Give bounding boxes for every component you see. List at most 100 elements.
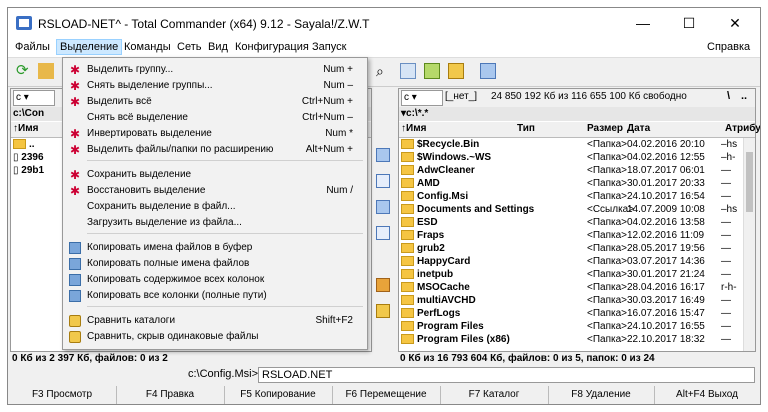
tree-icon[interactable]: [38, 63, 54, 79]
pack-icon[interactable]: [376, 278, 390, 292]
menu-item[interactable]: ✱ Выделить всё Ctrl+Num +: [63, 94, 367, 110]
menu-item[interactable]: Снять всё выделение Ctrl+Num –: [63, 110, 367, 126]
refresh-icon[interactable]: ⟳: [16, 63, 32, 79]
file-size: <Папка>: [587, 256, 627, 267]
right-drive-select[interactable]: c ▾: [401, 90, 443, 106]
menu-network[interactable]: Сеть: [174, 40, 204, 54]
folder-icon: [401, 334, 414, 345]
list-item[interactable]: $Windows.~WS <Папка> 04.02.2016 12:55 –h-: [399, 151, 743, 164]
menu-launch[interactable]: Запуск: [309, 40, 349, 54]
move-icon[interactable]: [376, 226, 390, 240]
right-scrollbar[interactable]: [743, 138, 755, 351]
up-button[interactable]: ..: [741, 90, 747, 102]
menu-item[interactable]: Копировать содержимое всех колонок: [63, 272, 367, 288]
f6-move-button[interactable]: F6 Перемещение: [332, 386, 441, 404]
right-panel[interactable]: c ▾ [_нет_] 24 850 192 Кб из 116 655 100…: [398, 88, 760, 352]
notepad-icon[interactable]: [480, 63, 496, 79]
list-item[interactable]: $Recycle.Bin <Папка> 04.02.2016 20:10 –hs: [399, 138, 743, 151]
menu-separator: [87, 306, 363, 307]
cmd-input[interactable]: RSLOAD.NET: [258, 367, 755, 383]
f7-mkdir-button[interactable]: F7 Каталог: [440, 386, 549, 404]
scroll-thumb[interactable]: [746, 152, 753, 212]
file-date: 04.02.2016 20:10: [627, 139, 705, 150]
right-header-date[interactable]: Дата: [627, 123, 650, 134]
list-item[interactable]: ESD <Папка> 04.02.2016 13:58 —: [399, 216, 743, 229]
right-header-name[interactable]: ↑Имя: [401, 123, 426, 134]
new-folder-icon[interactable]: [376, 304, 390, 318]
menu-item[interactable]: Копировать полные имена файлов: [63, 256, 367, 272]
menu-view[interactable]: Вид: [205, 40, 231, 54]
file-date: 30.01.2017 21:24: [627, 269, 705, 280]
file-size: <Папка>: [587, 165, 627, 176]
list-item[interactable]: Program Files <Папка> 24.10.2017 16:55 —: [399, 320, 743, 333]
menu-item[interactable]: Сравнить, скрыв одинаковые файлы: [63, 329, 367, 345]
file-name: Config.Msi: [417, 191, 469, 202]
menu-files[interactable]: Файлы: [12, 40, 53, 54]
list-item[interactable]: inetpub <Папка> 30.01.2017 21:24 —: [399, 268, 743, 281]
archive-icon[interactable]: [448, 63, 464, 79]
edit-icon[interactable]: [376, 174, 390, 188]
right-header-type[interactable]: Тип: [517, 123, 535, 134]
list-item[interactable]: multiAVCHD <Папка> 30.03.2017 16:49 —: [399, 294, 743, 307]
menu-commands[interactable]: Команды: [121, 40, 174, 54]
menu-item[interactable]: Копировать имена файлов в буфер: [63, 240, 367, 256]
menu-item[interactable]: ✱ Восстановить выделение Num /: [63, 183, 367, 199]
left-drive-select[interactable]: c ▾: [13, 90, 55, 106]
list-item[interactable]: grub2 <Папка> 28.05.2017 19:56 —: [399, 242, 743, 255]
rename-icon[interactable]: [400, 63, 416, 79]
maximize-button[interactable]: ☐: [666, 8, 712, 38]
folder-icon: [401, 178, 414, 189]
file-size: <Папка>: [587, 139, 627, 150]
right-path[interactable]: ▾c:\*.*: [399, 107, 755, 121]
minimize-button[interactable]: —: [620, 8, 666, 38]
menu-item[interactable]: ✱ Сохранить выделение: [63, 167, 367, 183]
menu-item[interactable]: Сравнить каталоги Shift+F2: [63, 313, 367, 329]
file-name: AdwCleaner: [417, 165, 475, 176]
menu-item-label: Снять выделение группы...: [87, 80, 213, 91]
f5-copy-button[interactable]: F5 Копирование: [224, 386, 333, 404]
left-header-name[interactable]: ↑Имя: [13, 123, 38, 134]
menu-selection[interactable]: Выделение: [56, 39, 123, 55]
f3-view-button[interactable]: F3 Просмотр: [8, 386, 117, 404]
view-icon[interactable]: [376, 148, 390, 162]
list-item[interactable]: HappyCard <Папка> 03.07.2017 14:36 —: [399, 255, 743, 268]
list-item[interactable]: Fraps <Папка> 12.02.2016 11:09 —: [399, 229, 743, 242]
menu-item-shortcut: Num *: [325, 128, 353, 139]
f8-delete-button[interactable]: F8 Удаление: [548, 386, 655, 404]
right-file-list[interactable]: $Recycle.Bin <Папка> 04.02.2016 20:10 –hs $W…: [399, 138, 743, 351]
alt-f4-exit-button[interactable]: Alt+F4 Выход: [654, 386, 760, 404]
search-icon[interactable]: ⌕: [376, 63, 392, 79]
list-item[interactable]: Documents and Settings <Ссылка> 14.07.2009…: [399, 203, 743, 216]
file-size: <Папка>: [587, 308, 627, 319]
copy-icon[interactable]: [376, 200, 390, 214]
right-header-size[interactable]: Размер: [587, 123, 623, 134]
list-item[interactable]: Config.Msi <Папка> 24.10.2017 16:54 —: [399, 190, 743, 203]
close-button[interactable]: ✕: [712, 8, 758, 38]
right-column-header: ↑Имя Тип Размер Дата Атрибу: [399, 122, 760, 138]
right-drive-bar: c ▾ [_нет_] 24 850 192 Кб из 116 655 100…: [399, 89, 755, 107]
file-date: 22.10.2017 18:32: [627, 334, 705, 345]
menu-item[interactable]: Сохранить выделение в файл...: [63, 199, 367, 215]
file-name: ESD: [417, 217, 438, 228]
list-item[interactable]: MSOCache <Папка> 28.04.2016 16:17 r-h-: [399, 281, 743, 294]
menu-item[interactable]: Копировать все колонки (полные пути): [63, 288, 367, 304]
file-date: 28.04.2016 16:17: [627, 282, 705, 293]
list-item[interactable]: AdwCleaner <Папка> 18.07.2017 06:01 —: [399, 164, 743, 177]
list-item[interactable]: PerfLogs <Папка> 16.07.2016 15:47 —: [399, 307, 743, 320]
root-button[interactable]: \: [727, 90, 730, 102]
menu-help[interactable]: Справка: [704, 40, 753, 54]
menu-item[interactable]: ✱ Выделить файлы/папки по расширению Alt+N…: [63, 142, 367, 158]
file-size: <Папка>: [587, 295, 627, 306]
list-item[interactable]: AMD <Папка> 30.01.2017 20:33 —: [399, 177, 743, 190]
list-item[interactable]: Program Files (x86) <Папка> 22.10.2017 18:…: [399, 333, 743, 346]
menu-item[interactable]: ✱ Снять выделение группы... Num –: [63, 78, 367, 94]
f4-edit-button[interactable]: F4 Правка: [116, 386, 225, 404]
menu-item[interactable]: Загрузить выделение из файла...: [63, 215, 367, 231]
file-name: PerfLogs: [417, 308, 461, 319]
sync-icon[interactable]: [424, 63, 440, 79]
menu-item[interactable]: ✱ Инвертировать выделение Num *: [63, 126, 367, 142]
menu-separator: [87, 233, 363, 234]
right-header-attr[interactable]: Атрибу: [725, 123, 760, 134]
menu-item[interactable]: ✱ Выделить группу... Num +: [63, 62, 367, 78]
menu-configuration[interactable]: Конфигурация: [232, 40, 312, 54]
